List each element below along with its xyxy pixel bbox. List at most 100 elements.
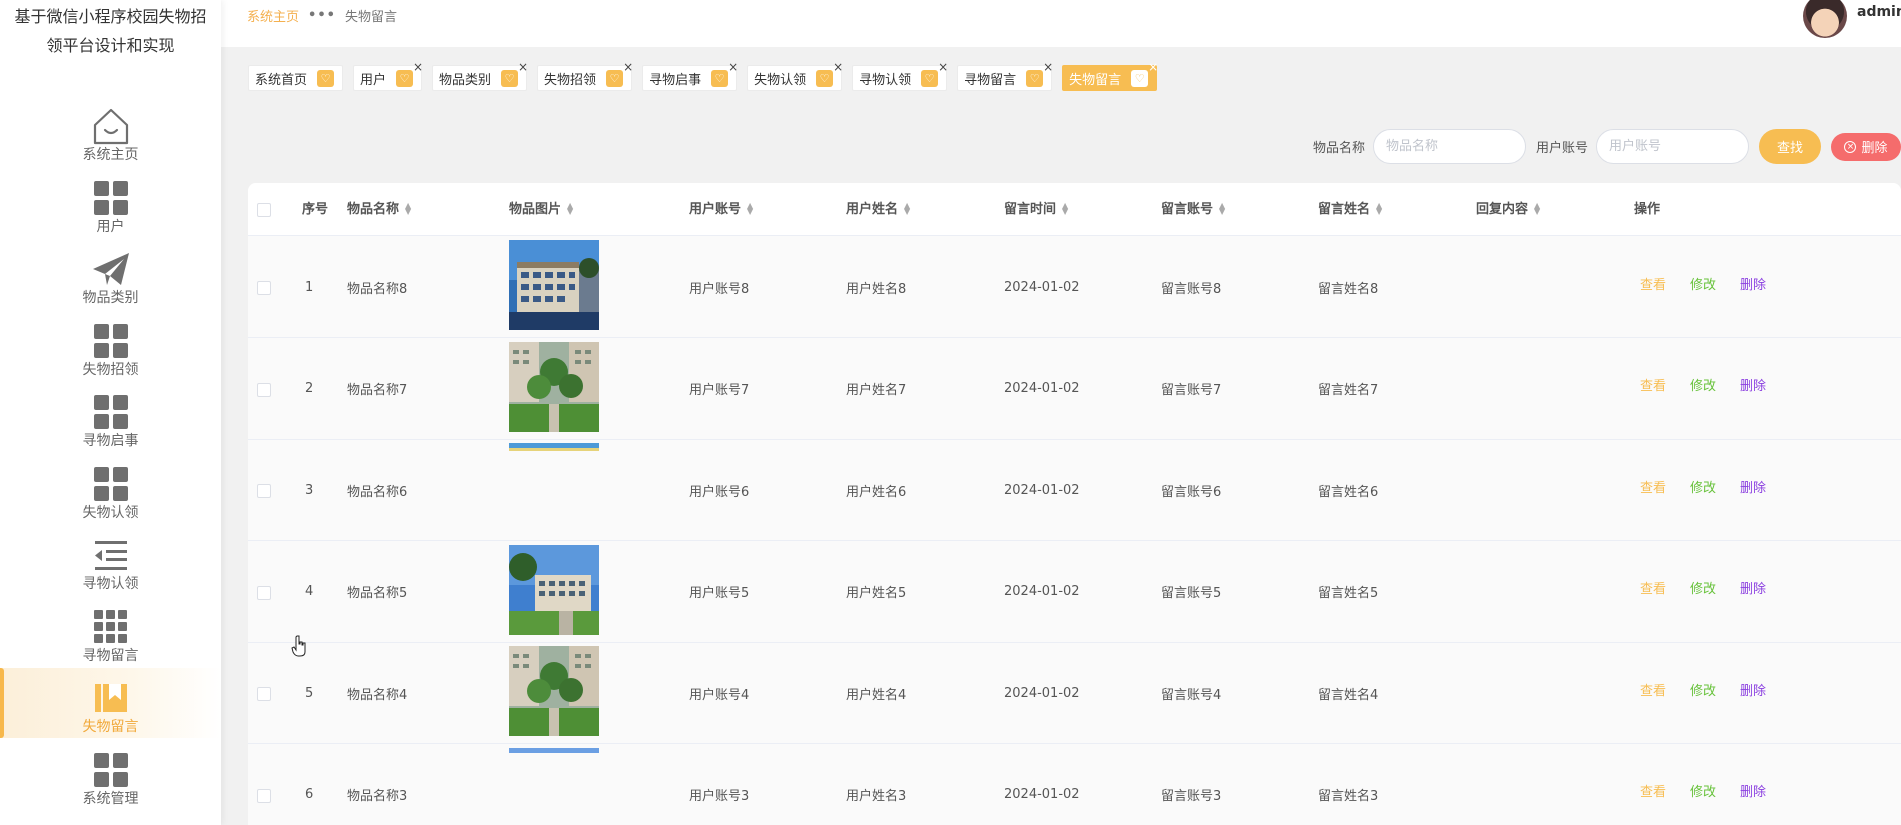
sidebar-item-7[interactable]: 寻物认领 xyxy=(0,525,221,595)
edit-button[interactable]: 修改 xyxy=(1690,781,1716,800)
msg-name-cell: 留言姓名5 xyxy=(1318,542,1378,642)
column-header-4[interactable]: 用户账号 ▲ ▼ xyxy=(689,183,753,236)
delete-button[interactable]: 删除 xyxy=(1740,578,1766,597)
tag-6[interactable]: 失物认领 ♡ × xyxy=(747,61,843,91)
item-image[interactable] xyxy=(509,341,599,432)
sidebar-item-10[interactable]: 系统管理 xyxy=(0,740,221,810)
sidebar-item-label: 物品类别 xyxy=(82,290,139,306)
close-icon[interactable]: × xyxy=(518,61,528,73)
user-account-input[interactable] xyxy=(1596,129,1749,164)
view-button[interactable]: 查看 xyxy=(1640,274,1666,293)
delete-button[interactable]: 删除 xyxy=(1740,781,1766,800)
breadcrumb-home-link[interactable]: 系统主页 xyxy=(247,6,299,25)
column-header-9[interactable]: 回复内容 ▲ ▼ xyxy=(1476,183,1540,236)
item-image[interactable] xyxy=(509,747,599,825)
close-icon[interactable]: × xyxy=(623,61,633,73)
user-name-cell-text: 用户姓名3 xyxy=(846,789,907,804)
time-cell: 2024-01-02 xyxy=(1004,745,1080,825)
row-checkbox[interactable] xyxy=(257,484,271,498)
select-all-checkbox[interactable] xyxy=(257,203,271,217)
tag-2[interactable]: 用户 ♡ × xyxy=(353,61,423,91)
view-button[interactable]: 查看 xyxy=(1640,477,1666,496)
sidebar-item-4[interactable]: 失物招领 xyxy=(0,311,221,381)
tag-1[interactable]: 系统首页 ♡ xyxy=(248,65,344,91)
row-checkbox[interactable] xyxy=(257,281,271,295)
item-image[interactable] xyxy=(509,544,599,635)
column-header-7[interactable]: 留言账号 ▲ ▼ xyxy=(1161,183,1225,236)
close-icon[interactable]: × xyxy=(1043,61,1053,73)
item-image[interactable] xyxy=(509,443,599,533)
column-header-3[interactable]: 物品图片 ▲ ▼ xyxy=(509,183,573,236)
view-button[interactable]: 查看 xyxy=(1640,578,1666,597)
edit-button[interactable]: 修改 xyxy=(1690,274,1716,293)
delete-button[interactable]: 删除 xyxy=(1740,274,1766,293)
delete-button[interactable]: 删除 xyxy=(1740,680,1766,699)
avatar[interactable] xyxy=(1803,0,1847,38)
sidebar-item-9[interactable]: 失物留言 xyxy=(0,668,221,738)
sort-caret-icon[interactable]: ▲ ▼ xyxy=(904,201,910,215)
item-name-cell-text: 物品名称7 xyxy=(347,383,408,398)
item-name-input[interactable] xyxy=(1372,129,1526,164)
heart-icon: ♡ xyxy=(816,69,834,87)
tag-7[interactable]: 寻物认领 ♡ × xyxy=(852,61,948,91)
heart-icon: ♡ xyxy=(711,69,729,87)
close-icon[interactable]: × xyxy=(728,61,738,73)
column-header-label: 用户账号 xyxy=(689,202,742,217)
sort-caret-icon[interactable]: ▲ ▼ xyxy=(1219,201,1225,215)
view-button[interactable]: 查看 xyxy=(1640,375,1666,394)
delete-button[interactable]: 删除 xyxy=(1740,375,1766,394)
table-row: 3 物品名称6 用户账号6 用户姓名6 2024-01-02 留言账号6 留言姓名6 查看 修改… xyxy=(248,440,1901,541)
sort-caret-icon[interactable]: ▲ ▼ xyxy=(1376,201,1382,215)
find-button[interactable]: 查找 xyxy=(1759,129,1821,164)
tag-4[interactable]: 失物招领 ♡ × xyxy=(537,61,633,91)
sort-caret-icon[interactable]: ▲ ▼ xyxy=(747,201,753,215)
column-header-label: 序号 xyxy=(302,202,329,217)
grid9-icon xyxy=(91,607,131,647)
sort-caret-icon[interactable]: ▲ ▼ xyxy=(567,201,573,215)
msg-name-cell: 留言姓名8 xyxy=(1318,237,1378,337)
column-header-5[interactable]: 用户姓名 ▲ ▼ xyxy=(846,183,910,236)
close-icon[interactable]: × xyxy=(413,61,423,73)
sort-caret-icon[interactable]: ▲ ▼ xyxy=(1062,201,1068,215)
sidebar-item-6[interactable]: 失物认领 xyxy=(0,454,221,524)
sidebar-item-2[interactable]: 用户 xyxy=(0,168,221,238)
username[interactable]: admin xyxy=(1857,4,1901,20)
view-button[interactable]: 查看 xyxy=(1640,781,1666,800)
close-icon[interactable]: × xyxy=(938,61,948,73)
close-icon[interactable]: × xyxy=(1148,61,1158,73)
item-image[interactable] xyxy=(509,646,599,736)
tag-9[interactable]: 失物留言 ♡ × xyxy=(1062,61,1158,91)
sidebar-item-1[interactable]: 系统主页 xyxy=(0,96,221,166)
breadcrumb-separator: ••• xyxy=(308,8,336,23)
edit-button[interactable]: 修改 xyxy=(1690,375,1716,394)
view-button[interactable]: 查看 xyxy=(1640,680,1666,699)
user-area[interactable]: admin xyxy=(1803,0,1901,38)
sidebar-item-5[interactable]: 寻物启事 xyxy=(0,382,221,452)
tag-5[interactable]: 寻物启事 ♡ × xyxy=(642,61,738,91)
column-header-2[interactable]: 物品名称 ▲ ▼ xyxy=(347,183,411,236)
tag-label: 系统首页 xyxy=(255,72,308,88)
row-index: 5 xyxy=(305,643,313,743)
edit-button[interactable]: 修改 xyxy=(1690,680,1716,699)
sort-caret-icon[interactable]: ▲ ▼ xyxy=(405,201,411,215)
edit-button[interactable]: 修改 xyxy=(1690,477,1716,496)
close-icon[interactable]: × xyxy=(833,61,843,73)
tag-8[interactable]: 寻物留言 ♡ × xyxy=(957,61,1053,91)
item-name-cell: 物品名称8 xyxy=(347,237,407,337)
edit-button[interactable]: 修改 xyxy=(1690,578,1716,597)
delete-button[interactable]: 删除 xyxy=(1740,477,1766,496)
sidebar-item-label: 失物认领 xyxy=(82,504,139,521)
row-checkbox[interactable] xyxy=(257,687,271,701)
column-header-6[interactable]: 留言时间 ▲ ▼ xyxy=(1004,183,1068,236)
tag-3[interactable]: 物品类别 ♡ × xyxy=(432,61,528,91)
row-checkbox[interactable] xyxy=(257,585,271,600)
row-checkbox[interactable] xyxy=(257,788,271,803)
sort-caret-icon[interactable]: ▲ ▼ xyxy=(1534,201,1540,215)
column-header-8[interactable]: 留言姓名 ▲ ▼ xyxy=(1318,183,1382,236)
row-index-text: 6 xyxy=(305,787,314,802)
sidebar-item-3[interactable]: 物品类别 xyxy=(0,239,221,309)
item-image[interactable] xyxy=(509,240,599,330)
batch-delete-button[interactable]: × 删除 xyxy=(1831,132,1901,161)
row-checkbox[interactable] xyxy=(257,382,271,397)
sidebar-item-8[interactable]: 寻物留言 xyxy=(0,597,221,667)
